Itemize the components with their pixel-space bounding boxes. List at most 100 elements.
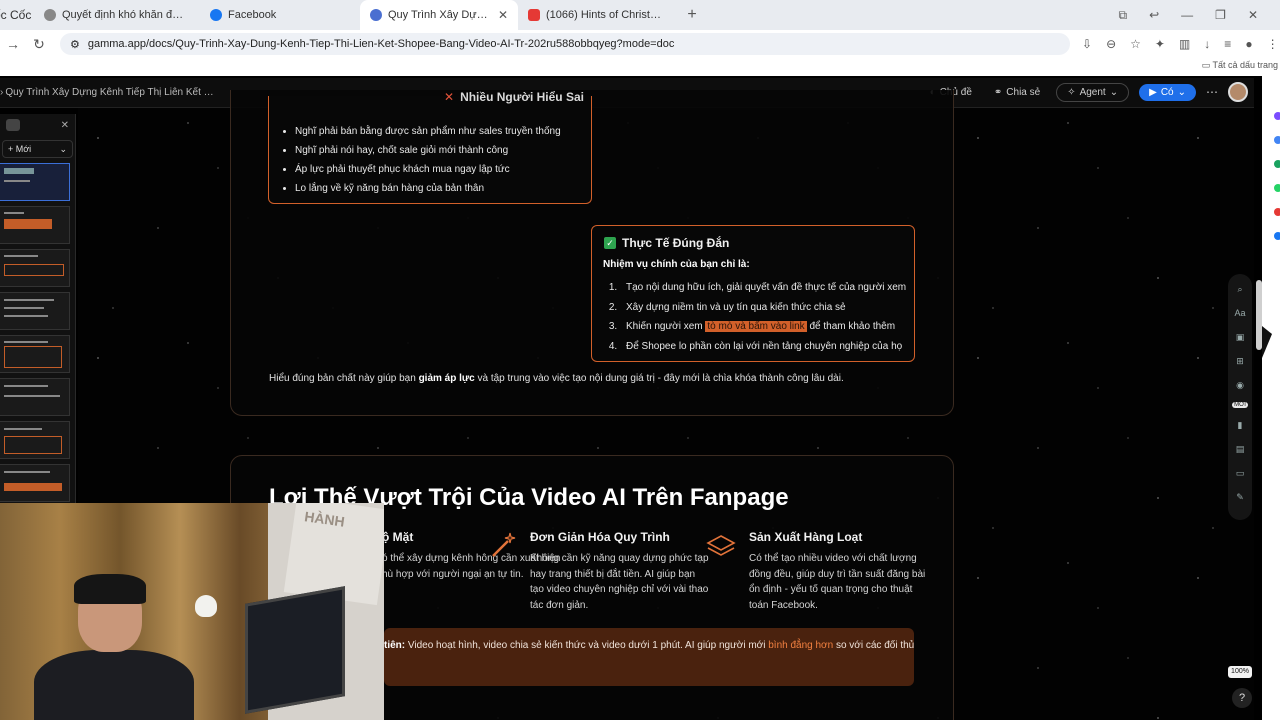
list-item: Nghĩ phải nói hay, chốt sale giỏi mới th…	[295, 141, 561, 160]
tab-youtube[interactable]: (1066) Hints of Christmas A Still	[518, 0, 678, 30]
app-icon[interactable]	[1274, 232, 1280, 240]
mouse-cursor	[1262, 326, 1272, 358]
gamma-icon	[370, 9, 382, 21]
chevron-right-icon[interactable]: ›	[0, 87, 3, 98]
tab-1[interactable]: Quyết định khó khăn đúng đắn	[34, 0, 194, 30]
new-tab-plus-icon[interactable]: +	[680, 6, 704, 24]
app-icon[interactable]	[1274, 208, 1280, 216]
profile-avatar-icon[interactable]: ●	[1245, 37, 1252, 51]
browser-brand: ốc Cốc	[0, 8, 32, 22]
wrong-beliefs-box: ✕ Nhiều Người Hiểu Sai Nghĩ phải bán bằng…	[268, 90, 592, 204]
help-button[interactable]: ?	[1232, 688, 1252, 708]
new-badge: MỚI	[1232, 402, 1248, 408]
slide-thumbnail[interactable]	[0, 206, 70, 244]
app-icon[interactable]	[1274, 136, 1280, 144]
extensions-icon[interactable]: ✦	[1155, 37, 1165, 51]
install-icon[interactable]: ⇩	[1082, 37, 1092, 51]
play-icon: ▶	[1149, 86, 1157, 98]
layers-icon	[706, 535, 736, 556]
url-field[interactable]: ⚙ gamma.app/docs/Quy-Trinh-Xay-Dung-Kenh…	[60, 33, 1070, 55]
list-item: Tạo nội dung hữu ích, giải quyết vấn đề …	[620, 278, 906, 298]
image-icon[interactable]: ▣	[1233, 330, 1247, 344]
lamp-graphic	[195, 595, 217, 617]
minimize-icon[interactable]: —	[1181, 8, 1193, 22]
download-icon[interactable]: ↓	[1204, 37, 1210, 51]
split-view-icon[interactable]: ▥	[1179, 37, 1190, 51]
feature-mass-production: Sản Xuất Hàng Loạt Có thể tạo nhiều vide…	[749, 530, 926, 611]
youtube-icon	[528, 9, 540, 21]
slide-thumbnail[interactable]	[0, 464, 70, 502]
reload-icon[interactable]: ↻	[26, 36, 52, 53]
zoom-icon[interactable]: ⊖	[1106, 37, 1116, 51]
right-box-title: Thực Tế Đúng Đắn	[622, 236, 730, 250]
close-icon[interactable]: ✕	[61, 120, 69, 131]
star-icon[interactable]: ☆	[1130, 37, 1141, 51]
wrong-beliefs-list: Nghĩ phải bán bằng được sản phẩm như sal…	[295, 122, 561, 198]
monitor-graphic	[245, 586, 345, 714]
site-info-icon[interactable]: ⚙	[70, 38, 80, 51]
list-item: Khiến người xem tò mò và bấm vào link để…	[620, 317, 906, 337]
tab-facebook[interactable]: Facebook	[200, 0, 360, 30]
list-item: Lo lắng về kỹ năng bán hàng của bản thân	[295, 179, 561, 198]
all-bookmarks-link[interactable]: ▭ Tất cả dấu trang	[1202, 60, 1278, 71]
slide-thumbnail[interactable]	[0, 421, 70, 459]
chevron-down-icon: ⌄	[1109, 86, 1119, 98]
browser-tab-strip: ốc Cốc Quyết định khó khăn đúng đắn Face…	[0, 0, 1280, 30]
present-button[interactable]: ▶ Có ⌄	[1139, 83, 1196, 101]
chart-icon[interactable]: ▮	[1233, 418, 1247, 432]
text-format-icon[interactable]: Aa	[1233, 306, 1247, 320]
plus-icon: +	[8, 144, 16, 154]
new-card-button[interactable]: + Mới ⌄	[2, 140, 73, 158]
slide-thumbnail[interactable]	[0, 292, 70, 330]
avatar[interactable]	[1228, 82, 1248, 102]
list-item: Nghĩ phải bán bằng được sản phẩm như sal…	[295, 122, 561, 141]
back-arrow-icon[interactable]: ↩	[1149, 8, 1159, 22]
link-icon: ⚭	[993, 86, 1003, 98]
slide-thumbnail[interactable]	[0, 163, 70, 201]
bookmarks-bar: ▭ Tất cả dấu trang	[0, 58, 1280, 76]
share-button[interactable]: ⚭ Chia sẻ	[988, 83, 1046, 102]
close-window-icon[interactable]: ✕	[1248, 8, 1258, 22]
agent-button[interactable]: ✧ Agent ⌄	[1056, 82, 1130, 102]
sparkle-icon: ✧	[1067, 86, 1076, 98]
app-icon[interactable]	[1274, 184, 1280, 192]
restore-icon[interactable]: ❐	[1215, 8, 1226, 22]
editor-toolbar: ⌕ Aa ▣ ⊞ ◉ MỚI ▮ ▤ ▭ ✎	[1228, 274, 1252, 520]
embed-icon[interactable]: ▭	[1233, 466, 1247, 480]
top-bar-actions: ◐Chủ đề ⚭Chia sẻ ✧Agent⌄ ▶Có⌄ ⋯	[924, 82, 1248, 102]
address-toolbar: ⇩ ⊖ ☆ ✦ ▥ ↓ ≡ ● ⋮	[1082, 37, 1279, 51]
app-icon[interactable]	[1274, 160, 1280, 168]
forward-arrow-icon[interactable]: →	[0, 36, 26, 52]
edit-icon[interactable]: ✎	[1233, 490, 1247, 504]
toggle-icon[interactable]: ◉	[1233, 378, 1247, 392]
list-item: Xây dựng niềm tin và uy tín qua kiến thứ…	[620, 298, 906, 318]
facebook-icon	[210, 9, 222, 21]
more-icon[interactable]: ⋮	[1267, 37, 1279, 51]
search-icon[interactable]: ⌕	[1233, 282, 1247, 296]
chevron-down-icon[interactable]: ⌄	[59, 144, 67, 155]
zoom-level[interactable]: 100%	[1228, 666, 1252, 678]
magic-wand-icon	[492, 532, 516, 557]
webcam-overlay: HÀNH	[0, 503, 384, 720]
more-options-icon[interactable]: ⋯	[1206, 85, 1218, 99]
slide-thumbnail[interactable]	[0, 335, 70, 373]
table-icon[interactable]: ▤	[1233, 442, 1247, 456]
check-icon: ✓	[604, 237, 616, 249]
menu-lines-icon[interactable]: ≡	[1224, 37, 1231, 51]
presenter	[34, 574, 194, 720]
x-mark-icon: ✕	[444, 90, 455, 104]
menu-icon[interactable]	[6, 119, 20, 131]
highlighted-text: tò mò và bấm vào link	[705, 321, 807, 332]
doc-title[interactable]: Quy Trình Xây Dựng Kênh Tiếp Thị Liên Kế…	[5, 87, 215, 98]
right-box-subtitle: Nhiệm vụ chính của bạn chỉ là:	[603, 259, 750, 270]
screenshot-icon[interactable]: ⧉	[1119, 8, 1128, 23]
tab-gamma-active[interactable]: Quy Trình Xây Dựng Kênh T ✕	[360, 0, 518, 30]
grid-icon[interactable]: ⊞	[1233, 354, 1247, 368]
list-item: Áp lực phải thuyết phục khách mua ngay l…	[295, 160, 561, 179]
messenger-icon[interactable]	[1274, 112, 1280, 120]
close-icon[interactable]: ✕	[498, 8, 508, 22]
browser-side-panel	[1262, 76, 1280, 720]
slide-thumbnail[interactable]	[0, 249, 70, 287]
slide-thumbnail[interactable]	[0, 378, 70, 416]
feature-simplify: Đơn Giản Hóa Quy Trình Không cần kỹ năng…	[530, 530, 709, 611]
